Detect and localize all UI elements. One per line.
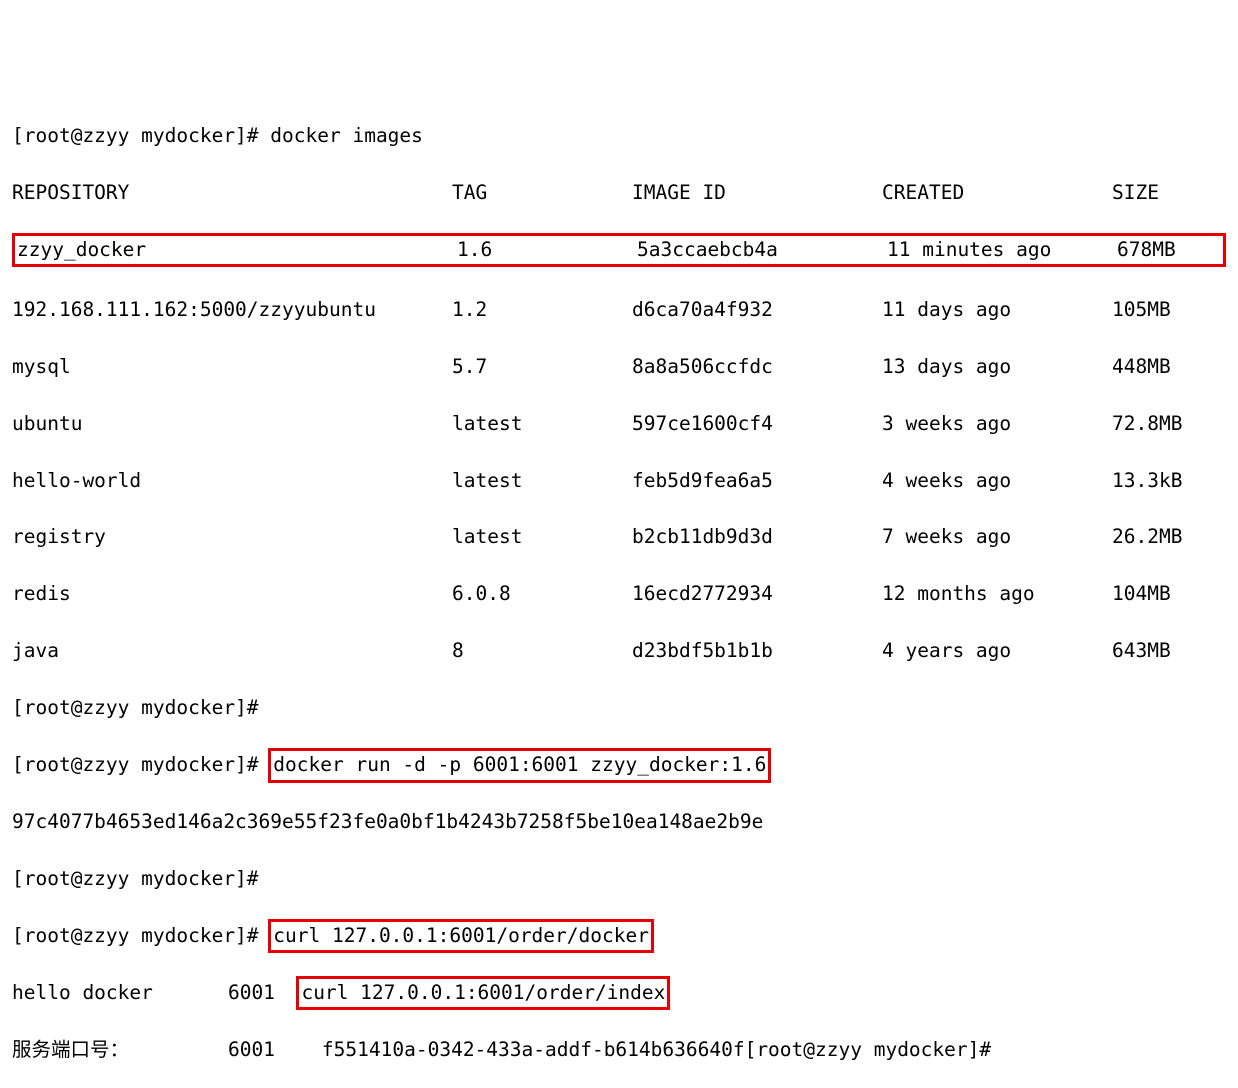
cell-size: 448MB <box>1112 353 1171 381</box>
table-row: registrylatestb2cb11db9d3d7 weeks ago26.… <box>12 523 1226 551</box>
cell-tag: 5.7 <box>452 353 632 381</box>
table-row: 192.168.111.162:5000/zzyyubuntu1.2d6ca70… <box>12 296 1226 324</box>
cell-size: 678MB <box>1117 236 1176 264</box>
cell-tag: latest <box>452 523 632 551</box>
curl-output-uuid: f551410a-0342-433a-addf-b614b636640f[roo… <box>298 1038 991 1061</box>
cell-id: 16ecd2772934 <box>632 580 882 608</box>
prompt-line: [root@zzyy mydocker]# docker images <box>12 122 1226 150</box>
table-row-highlighted: zzyy_docker1.65a3ccaebcb4a11 minutes ago… <box>12 233 1226 267</box>
cell-repo: zzyy_docker <box>17 236 457 264</box>
table-header-row: REPOSITORYTAGIMAGE IDCREATEDSIZE <box>12 179 1226 207</box>
shell-prompt: [root@zzyy mydocker]# <box>12 753 270 776</box>
table-row: ubuntulatest597ce1600cf43 weeks ago72.8M… <box>12 410 1226 438</box>
cell-size: 13.3kB <box>1112 467 1182 495</box>
command-text-highlighted[interactable]: curl 127.0.0.1:6001/order/index <box>296 976 670 1010</box>
cell-size: 26.2MB <box>1112 523 1182 551</box>
shell-prompt: [root@zzyy mydocker]# <box>12 124 270 147</box>
cell-created: 4 weeks ago <box>882 467 1112 495</box>
cell-created: 12 months ago <box>882 580 1112 608</box>
cell-tag: latest <box>452 410 632 438</box>
shell-prompt: [root@zzyy mydocker]# <box>12 924 270 947</box>
cell-tag: 1.6 <box>457 236 637 264</box>
col-repository: REPOSITORY <box>12 179 452 207</box>
cell-created: 4 years ago <box>882 637 1112 665</box>
cell-id: d23bdf5b1b1b <box>632 637 882 665</box>
cell-id: d6ca70a4f932 <box>632 296 882 324</box>
curl-output-port: 6001 <box>228 1038 275 1061</box>
col-image-id: IMAGE ID <box>632 179 882 207</box>
prompt-line: [root@zzyy mydocker]# docker run -d -p 6… <box>12 751 1226 779</box>
empty-prompt: [root@zzyy mydocker]# <box>12 865 1226 893</box>
cell-tag: 1.2 <box>452 296 632 324</box>
command-text-highlighted[interactable]: docker run -d -p 6001:6001 zzyy_docker:1… <box>268 748 771 782</box>
cell-id: 597ce1600cf4 <box>632 410 882 438</box>
col-created: CREATED <box>882 179 1112 207</box>
cell-size: 105MB <box>1112 296 1171 324</box>
prompt-line: [root@zzyy mydocker]# curl 127.0.0.1:600… <box>12 922 1226 950</box>
cell-created: 11 days ago <box>882 296 1112 324</box>
cell-created: 11 minutes ago <box>887 236 1117 264</box>
curl-output-text: hello docker <box>12 979 152 1007</box>
command-text[interactable]: docker images <box>270 124 423 147</box>
command-text-highlighted[interactable]: curl 127.0.0.1:6001/order/docker <box>268 919 654 953</box>
curl-output-line: 服务端口号： 6001 f551410a-0342-433a-addf-b614… <box>12 1036 1226 1064</box>
cell-tag: 6.0.8 <box>452 580 632 608</box>
col-size: SIZE <box>1112 179 1159 207</box>
cell-created: 7 weeks ago <box>882 523 1112 551</box>
cell-repo: ubuntu <box>12 410 452 438</box>
curl-output-label: 服务端口号： <box>12 1036 152 1064</box>
cell-id: feb5d9fea6a5 <box>632 467 882 495</box>
col-tag: TAG <box>452 179 632 207</box>
cell-tag: 8 <box>452 637 632 665</box>
cell-tag: latest <box>452 467 632 495</box>
table-row: redis6.0.816ecd277293412 months ago104MB <box>12 580 1226 608</box>
cell-id: b2cb11db9d3d <box>632 523 882 551</box>
cell-repo: registry <box>12 523 452 551</box>
cell-repo: mysql <box>12 353 452 381</box>
cell-id: 8a8a506ccfdc <box>632 353 882 381</box>
cell-size: 72.8MB <box>1112 410 1182 438</box>
table-row: hello-worldlatestfeb5d9fea6a54 weeks ago… <box>12 467 1226 495</box>
curl-output-port: 6001 <box>228 981 275 1004</box>
cell-id: 5a3ccaebcb4a <box>637 236 887 264</box>
empty-prompt: [root@zzyy mydocker]# <box>12 694 1226 722</box>
cell-size: 643MB <box>1112 637 1171 665</box>
cell-repo: java <box>12 637 452 665</box>
cell-created: 13 days ago <box>882 353 1112 381</box>
command-output: 97c4077b4653ed146a2c369e55f23fe0a0bf1b42… <box>12 808 1226 836</box>
table-row: mysql5.78a8a506ccfdc13 days ago448MB <box>12 353 1226 381</box>
cell-repo: 192.168.111.162:5000/zzyyubuntu <box>12 296 452 324</box>
table-row: java8d23bdf5b1b1b4 years ago643MB <box>12 637 1226 665</box>
cell-repo: hello-world <box>12 467 452 495</box>
cell-repo: redis <box>12 580 452 608</box>
cell-size: 104MB <box>1112 580 1171 608</box>
cell-created: 3 weeks ago <box>882 410 1112 438</box>
curl-output-line: hello docker 6001 curl 127.0.0.1:6001/or… <box>12 979 1226 1007</box>
